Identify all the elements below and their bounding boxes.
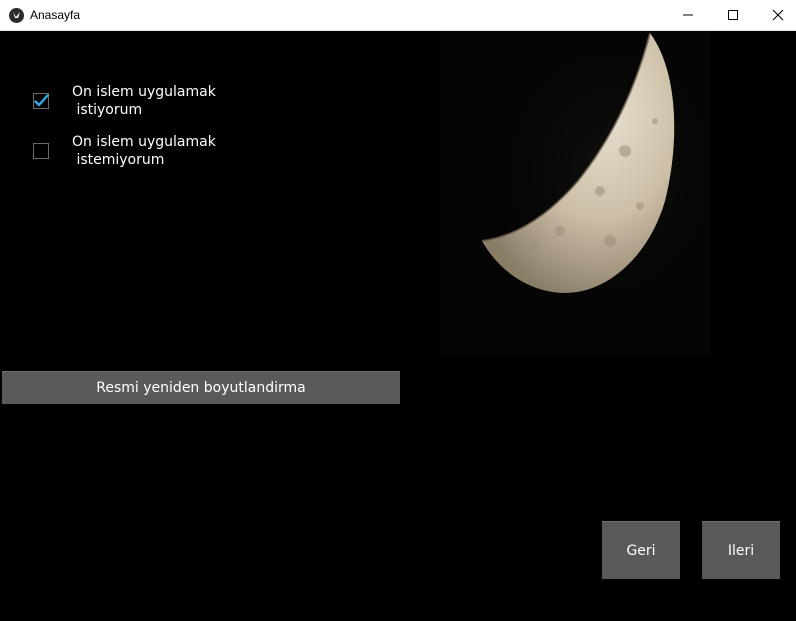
checkbox-checked-icon <box>33 93 49 109</box>
checkbox-skip[interactable] <box>33 143 49 159</box>
checkbox-unchecked-icon <box>33 143 49 159</box>
close-icon <box>772 9 784 21</box>
option-skip-label: On islem uygulamak istemiyorum <box>72 134 216 168</box>
maximize-icon <box>728 10 738 20</box>
app-icon <box>9 8 24 23</box>
back-button[interactable]: Geri <box>602 521 680 579</box>
half-moon-photo <box>440 6 750 354</box>
window-title: Anasayfa <box>30 8 81 22</box>
resize-image-button[interactable]: Resmi yeniden boyutlandirma <box>2 371 400 404</box>
minimize-button[interactable] <box>665 0 711 30</box>
close-button[interactable] <box>755 0 796 30</box>
option-skip-preprocessing: On islem uygulamak istemiyorum <box>0 131 400 171</box>
option-apply-label: On islem uygulamak istiyorum <box>72 84 216 118</box>
next-button[interactable]: Ileri <box>702 521 780 579</box>
app-window: Anasayfa On islem uygulamak istiyorum On… <box>0 0 796 621</box>
moon-image <box>440 6 750 354</box>
main-content: On islem uygulamak istiyorum On islem uy… <box>0 6 796 621</box>
checkbox-apply[interactable] <box>33 93 49 109</box>
maximize-button[interactable] <box>710 0 756 30</box>
title-bar: Anasayfa <box>0 0 796 31</box>
option-apply-preprocessing: On islem uygulamak istiyorum <box>0 81 400 121</box>
minimize-icon <box>683 14 693 16</box>
